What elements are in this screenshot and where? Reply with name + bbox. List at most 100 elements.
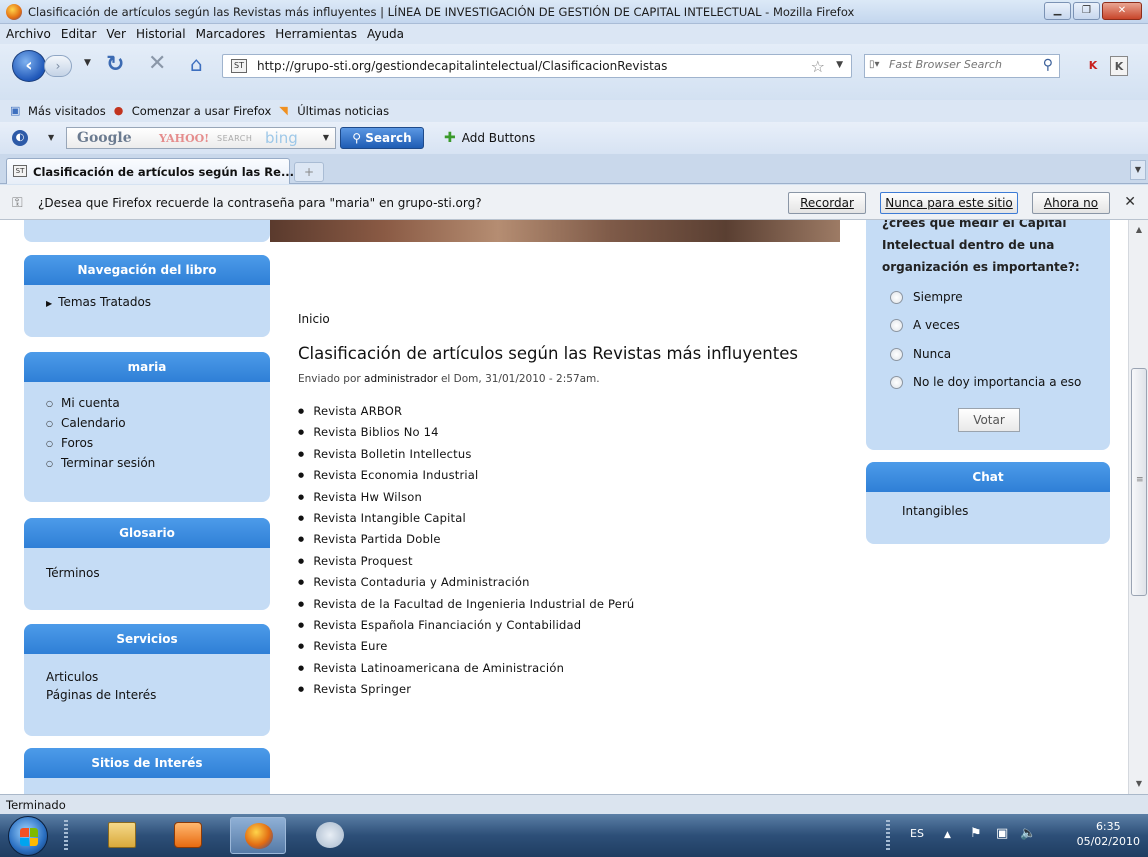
stop-icon[interactable]: ✕ <box>148 51 166 76</box>
bookmarks-toolbar: ▣ Más visitados ● Comenzar a usar Firefo… <box>0 100 1148 122</box>
minimize-button[interactable]: ▁ <box>1044 2 1071 20</box>
list-item[interactable]: Revista Hw Wilson <box>298 490 634 511</box>
poll-option-no-importancia[interactable]: No le doy importancia a eso <box>890 375 1081 389</box>
list-item[interactable]: Revista de la Facultad de Ingenieria Ind… <box>298 597 634 618</box>
chat-room-link[interactable]: Intangibles <box>902 504 968 518</box>
list-item[interactable]: Revista Springer <box>298 682 634 703</box>
show-hidden-icons-icon[interactable]: ▲ <box>944 830 951 840</box>
add-buttons-button[interactable]: ✚ Add Buttons <box>444 130 535 146</box>
vote-button[interactable]: Votar <box>958 408 1020 432</box>
search-engine-box[interactable]: Google YAHOO! SEARCH bing ▼ <box>66 127 336 149</box>
author-link[interactable]: administrador <box>364 373 438 385</box>
url-text[interactable]: http://grupo-sti.org/gestiondecapitalint… <box>257 59 667 73</box>
taskbar-firefox[interactable] <box>230 817 286 854</box>
breadcrumb[interactable]: Inicio <box>298 312 330 326</box>
list-item[interactable]: Revista Española Financiación y Contabil… <box>298 618 634 639</box>
remember-button[interactable]: Recordar <box>788 192 866 214</box>
close-button[interactable]: ✕ <box>1102 2 1142 20</box>
list-item[interactable]: Revista Biblios No 14 <box>298 425 634 446</box>
scroll-up-icon[interactable]: ▲ <box>1131 222 1147 238</box>
menu-ver[interactable]: Ver <box>106 27 126 41</box>
tab-list-icon[interactable]: ▼ <box>1130 160 1146 180</box>
never-for-site-button[interactable]: Nunca para este sitio <box>880 192 1018 214</box>
vertical-scrollbar[interactable]: ▲ ≡ ▼ <box>1128 220 1148 794</box>
sidebar-item-mi-cuenta[interactable]: Mi cuenta <box>46 396 248 410</box>
close-icon[interactable]: ✕ <box>1124 194 1136 210</box>
radio-button[interactable] <box>890 318 903 332</box>
new-tab-button[interactable]: + <box>294 162 324 182</box>
menu-archivo[interactable]: Archivo <box>6 27 51 41</box>
user-menu-block: maria Mi cuenta Calendario Foros Termina… <box>24 352 270 502</box>
scroll-down-icon[interactable]: ▼ <box>1131 776 1147 792</box>
toolbar-logo-icon[interactable]: ◐ <box>12 130 28 146</box>
sidebar-item-foros[interactable]: Foros <box>46 436 248 450</box>
list-item[interactable]: Revista Latinoamericana de Aministración <box>298 661 634 682</box>
bookmark-latest-news[interactable]: ◥ Últimas noticias <box>279 104 389 118</box>
menu-ayuda[interactable]: Ayuda <box>367 27 404 41</box>
search-icon[interactable]: ⚲ <box>1043 57 1053 73</box>
taskbar-explorer[interactable] <box>94 817 150 854</box>
kaspersky-icon[interactable]: K <box>1084 56 1102 76</box>
poll-option-a-veces[interactable]: A veces <box>890 318 960 332</box>
list-item[interactable]: Revista ARBOR <box>298 404 634 425</box>
not-now-button[interactable]: Ahora no <box>1032 192 1110 214</box>
maximize-button[interactable]: ❐ <box>1073 2 1100 20</box>
bookmark-getting-started[interactable]: ● Comenzar a usar Firefox <box>114 104 272 118</box>
list-item[interactable]: Revista Intangible Capital <box>298 511 634 532</box>
taskbar-paint[interactable] <box>302 817 358 854</box>
tab-active[interactable]: ST Clasificación de artículos según las … <box>6 158 294 184</box>
radio-button[interactable] <box>890 347 903 361</box>
url-bar[interactable]: ST http://grupo-sti.org/gestiondecapital… <box>222 54 852 78</box>
k-addon-icon[interactable]: K <box>1110 56 1128 76</box>
network-icon[interactable]: ▣ <box>996 826 1008 841</box>
list-item[interactable]: Revista Bolletin Intellectus <box>298 447 634 468</box>
sidebar-item-terminar-sesion[interactable]: Terminar sesión <box>46 456 248 470</box>
sidebar-item-terminos[interactable]: Términos <box>46 566 248 580</box>
menu-marcadores[interactable]: Marcadores <box>196 27 266 41</box>
search-button[interactable]: ⚲ Search <box>340 127 424 149</box>
toolbar-dropdown-icon[interactable]: ▼ <box>48 133 54 142</box>
sidebar-item-articulos[interactable]: Articulos <box>46 670 248 684</box>
start-button[interactable] <box>8 816 48 856</box>
engine-dropdown-icon[interactable]: ▼ <box>323 133 329 142</box>
menu-editar[interactable]: Editar <box>61 27 97 41</box>
tab-bar: ST Clasificación de artículos según las … <box>0 154 1148 184</box>
scrollbar-thumb[interactable]: ≡ <box>1131 368 1147 596</box>
bing-label: bing <box>265 129 298 147</box>
search-input[interactable] <box>889 58 1029 71</box>
sidebar-item-calendario[interactable]: Calendario <box>46 416 248 430</box>
language-indicator[interactable]: ES <box>910 827 924 840</box>
taskbar-media-player[interactable] <box>160 817 216 854</box>
search-box[interactable]: ▯▾ ⚲ <box>864 54 1060 78</box>
list-item[interactable]: Revista Contaduria y Administración <box>298 575 634 596</box>
menu-herramientas[interactable]: Herramientas <box>275 27 357 41</box>
sidebar-item-paginas-de-interes[interactable]: Páginas de Interés <box>46 688 248 702</box>
radio-button[interactable] <box>890 375 903 389</box>
flag-icon[interactable]: ⚑ <box>970 826 982 841</box>
home-icon[interactable]: ⌂ <box>190 52 203 76</box>
media-player-icon <box>174 822 202 848</box>
reload-icon[interactable]: ↻ <box>106 52 124 77</box>
menu-historial[interactable]: Historial <box>136 27 186 41</box>
list-item[interactable]: Revista Proquest <box>298 554 634 575</box>
bookmark-star-icon[interactable]: ☆ <box>811 57 825 76</box>
search-engine-icon[interactable]: ▯▾ <box>869 59 880 70</box>
clock[interactable]: 6:35 05/02/2010 <box>1077 819 1140 849</box>
list-item[interactable]: Revista Partida Doble <box>298 532 634 553</box>
volume-icon[interactable]: 🔈 <box>1020 826 1036 841</box>
back-button[interactable]: ‹ <box>12 50 46 82</box>
radio-button[interactable] <box>890 290 903 304</box>
poll-block: ¿crees que medir el Capital Intelectual … <box>866 220 1110 450</box>
url-dropdown-icon[interactable]: ▼ <box>836 60 843 70</box>
block-title: Sitios de Interés <box>24 748 270 778</box>
list-item[interactable]: Revista Eure <box>298 639 634 660</box>
poll-option-nunca[interactable]: Nunca <box>890 347 951 361</box>
submitted-info: Enviado por administrador el Dom, 31/01/… <box>298 373 600 385</box>
poll-option-siempre[interactable]: Siempre <box>890 290 963 304</box>
list-item[interactable]: Revista Economia Industrial <box>298 468 634 489</box>
rss-icon: ◥ <box>279 104 288 117</box>
bookmark-most-visited[interactable]: ▣ Más visitados <box>10 104 106 118</box>
forward-button[interactable]: › <box>44 55 72 77</box>
history-dropdown-icon[interactable]: ▼ <box>84 58 91 68</box>
sidebar-item-temas-tratados[interactable]: ▶ Temas Tratados <box>46 295 248 309</box>
